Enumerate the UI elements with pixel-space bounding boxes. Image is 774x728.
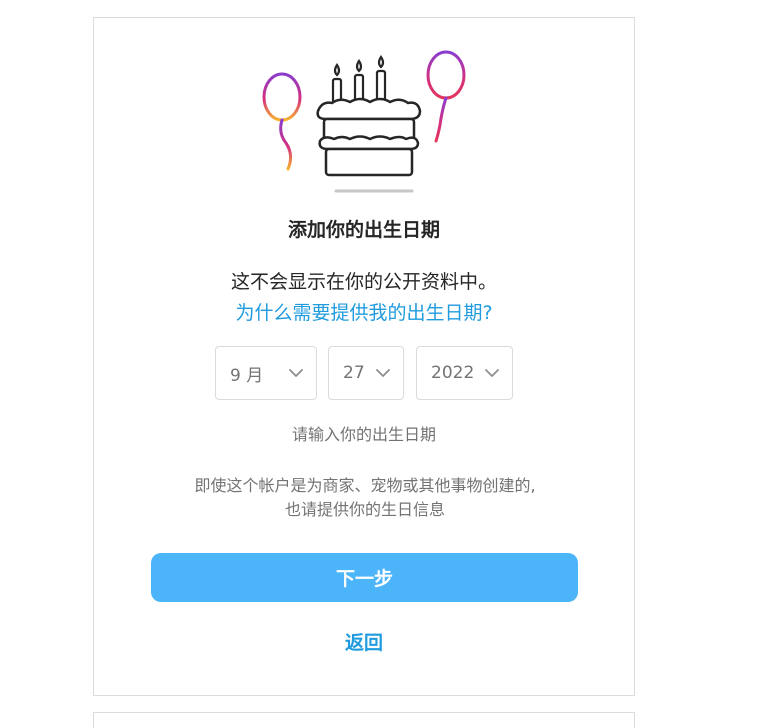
secondary-card [93, 712, 635, 728]
cake-icon [316, 97, 422, 177]
dialog-subtitle: 这不会显示在你的公开资料中。 [230, 271, 497, 293]
note-line-2: 也请提供你的生日信息 [284, 500, 445, 519]
candles-icon [331, 55, 387, 105]
page: 添加你的出生日期 这不会显示在你的公开资料中。 为什么需要提供我的出生日期? 9… [0, 0, 774, 728]
month-value: 9 月 [230, 365, 264, 386]
month-select[interactable]: 9 月 [215, 346, 317, 400]
left-balloon-icon [262, 72, 302, 171]
year-value: 2022 [431, 363, 475, 383]
next-button[interactable]: 下一步 [151, 553, 578, 602]
why-birthday-link[interactable]: 为什么需要提供我的出生日期? [93, 298, 635, 325]
chevron-down-icon [289, 369, 303, 377]
birthday-cake-icon [262, 50, 466, 193]
year-select[interactable]: 2022 [416, 346, 513, 400]
chevron-down-icon [376, 369, 390, 377]
right-balloon-icon [426, 50, 466, 143]
note-line-1: 即使这个帐户是为商家、宠物或其他事物创建的, [194, 476, 536, 495]
birthday-hint: 请输入你的出生日期 [291, 425, 436, 444]
day-select[interactable]: 27 [328, 346, 404, 400]
dialog-title: 添加你的出生日期 [287, 219, 440, 241]
birthday-note: 即使这个帐户是为商家、宠物或其他事物创建的, 也请提供你的生日信息 [140, 474, 590, 522]
chevron-down-icon [485, 369, 499, 377]
day-value: 27 [343, 363, 365, 383]
back-link[interactable]: 返回 [93, 628, 635, 655]
